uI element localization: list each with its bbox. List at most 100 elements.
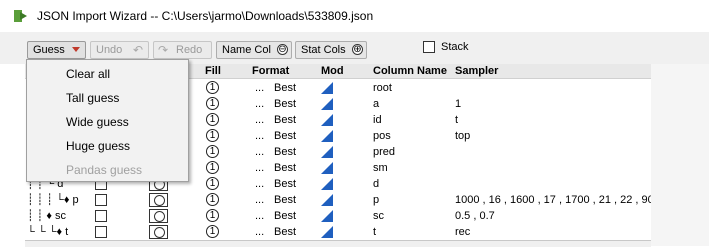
format-value: Best bbox=[274, 194, 297, 206]
header-format[interactable]: Format bbox=[252, 64, 289, 78]
sampler-cell: 1000 , 16 , 1600 , 17 , 1700 , 21 , 22 ,… bbox=[455, 194, 660, 206]
fill-icon[interactable]: 1 bbox=[206, 97, 219, 110]
header-fill[interactable]: Fill bbox=[205, 64, 221, 78]
name-col-button[interactable]: Name Col ⊖ bbox=[216, 41, 292, 59]
column-name-cell[interactable]: id bbox=[373, 113, 382, 127]
app-icon bbox=[14, 10, 27, 22]
format-dots-button[interactable]: ... bbox=[255, 193, 264, 207]
tree-node[interactable]: └ └ └♦ t bbox=[27, 225, 68, 239]
modeling-type-icon[interactable] bbox=[321, 82, 333, 94]
format-value: Best bbox=[274, 98, 297, 110]
dropdown-arrow-icon bbox=[72, 47, 80, 52]
name-col-button-label: Name Col bbox=[222, 44, 271, 56]
format-value: Best bbox=[274, 210, 297, 222]
stat-cols-button-label: Stat Cols bbox=[301, 44, 346, 56]
column-name-cell[interactable]: d bbox=[373, 177, 379, 191]
format-value: Best bbox=[274, 114, 297, 126]
fill-icon[interactable]: 1 bbox=[206, 113, 219, 126]
minus-circle-icon: ⊖ bbox=[277, 44, 288, 55]
modeling-type-icon[interactable] bbox=[321, 226, 333, 238]
title-bar: JSON Import Wizard -- C:\Users\jarmo\Dow… bbox=[0, 0, 709, 32]
format-dots-button[interactable]: ... bbox=[255, 177, 264, 191]
format-value: Best bbox=[274, 130, 297, 142]
row-checkbox[interactable] bbox=[95, 226, 107, 238]
fill-icon[interactable]: 1 bbox=[206, 81, 219, 94]
modeling-type-icon[interactable] bbox=[321, 98, 333, 110]
format-value: Best bbox=[274, 146, 297, 158]
plus-circle-icon: ⊕ bbox=[352, 44, 363, 55]
modeling-type-icon[interactable] bbox=[321, 146, 333, 158]
format-dots-button[interactable]: ... bbox=[255, 113, 264, 127]
guess-button-label: Guess bbox=[33, 44, 65, 56]
fill-icon[interactable]: 1 bbox=[206, 129, 219, 142]
table-row[interactable]: ┊ ┊ ┊ └♦ p 1... Best p 1000 , 16 , 1600 , 17… bbox=[25, 192, 660, 208]
format-value: Best bbox=[274, 162, 297, 174]
column-name-cell[interactable]: a bbox=[373, 97, 379, 111]
redo-button[interactable]: ↷ Redo bbox=[153, 41, 212, 59]
stack-checkbox[interactable] bbox=[423, 41, 435, 53]
format-dots-button[interactable]: ... bbox=[255, 81, 264, 95]
header-sampler[interactable]: Sampler bbox=[455, 64, 498, 78]
format-dots-button[interactable]: ... bbox=[255, 97, 264, 111]
menu-item-clear-all[interactable]: Clear all bbox=[66, 66, 110, 82]
format-dots-button[interactable]: ... bbox=[255, 129, 264, 143]
modeling-type-icon[interactable] bbox=[321, 130, 333, 142]
header-column-name[interactable]: Column Name bbox=[373, 64, 447, 78]
window-title: JSON Import Wizard -- C:\Users\jarmo\Dow… bbox=[37, 9, 374, 23]
undo-button-label: Undo bbox=[96, 44, 123, 56]
format-value: Best bbox=[274, 82, 297, 94]
fill-icon[interactable]: 1 bbox=[206, 161, 219, 174]
guess-button[interactable]: Guess bbox=[27, 41, 86, 59]
undo-icon: ↶ bbox=[132, 43, 143, 57]
sampler-cell: top bbox=[455, 130, 471, 142]
redo-icon: ↷ bbox=[158, 43, 169, 57]
sampler-cell: 0.5 , 0.7 bbox=[455, 210, 495, 222]
format-dots-button[interactable]: ... bbox=[255, 161, 264, 175]
undo-button[interactable]: Undo ↶ bbox=[90, 41, 149, 59]
fill-icon[interactable]: 1 bbox=[206, 145, 219, 158]
menu-item-huge-guess[interactable]: Huge guess bbox=[66, 138, 130, 154]
column-name-cell[interactable]: root bbox=[373, 81, 392, 95]
table-row[interactable]: └ └ └♦ t 1... Best t rec bbox=[25, 224, 651, 240]
right-panel bbox=[651, 64, 709, 246]
settings-icon[interactable] bbox=[149, 193, 168, 207]
redo-button-label: Redo bbox=[176, 44, 203, 56]
modeling-type-icon[interactable] bbox=[321, 178, 333, 190]
settings-icon[interactable] bbox=[149, 209, 168, 223]
column-name-cell[interactable]: t bbox=[373, 225, 376, 239]
table-row[interactable]: ┊ ┊ ♦ sc 1... Best sc 0.5 , 0.7 bbox=[25, 208, 651, 224]
column-name-cell[interactable]: pos bbox=[373, 129, 391, 143]
modeling-type-icon[interactable] bbox=[321, 194, 333, 206]
sampler-cell: t bbox=[455, 114, 459, 126]
column-name-cell[interactable]: p bbox=[373, 193, 379, 207]
settings-icon[interactable] bbox=[149, 225, 168, 239]
format-dots-button[interactable]: ... bbox=[255, 145, 264, 159]
format-dots-button[interactable]: ... bbox=[255, 225, 264, 239]
menu-item-wide-guess[interactable]: Wide guess bbox=[66, 114, 129, 130]
stat-cols-button[interactable]: Stat Cols ⊕ bbox=[295, 41, 367, 59]
column-name-cell[interactable]: sc bbox=[373, 209, 384, 223]
sampler-cell: 1 bbox=[455, 98, 462, 110]
modeling-type-icon[interactable] bbox=[321, 210, 333, 222]
sampler-cell: rec bbox=[455, 226, 471, 238]
header-mod[interactable]: Mod bbox=[321, 64, 344, 78]
menu-item-pandas-guess: Pandas guess bbox=[66, 163, 143, 177]
row-checkbox[interactable] bbox=[95, 194, 107, 206]
tree-node[interactable]: ┊ ┊ ♦ sc bbox=[27, 209, 66, 223]
format-value: Best bbox=[274, 178, 297, 190]
guess-dropdown-menu: Clear all Tall guess Wide guess Huge gue… bbox=[26, 59, 189, 182]
fill-icon[interactable]: 1 bbox=[206, 225, 219, 238]
stack-label: Stack bbox=[441, 41, 469, 53]
modeling-type-icon[interactable] bbox=[321, 114, 333, 126]
format-dots-button[interactable]: ... bbox=[255, 209, 264, 223]
fill-icon[interactable]: 1 bbox=[206, 177, 219, 190]
fill-icon[interactable]: 1 bbox=[206, 193, 219, 206]
modeling-type-icon[interactable] bbox=[321, 162, 333, 174]
menu-item-tall-guess[interactable]: Tall guess bbox=[66, 90, 119, 106]
fill-icon[interactable]: 1 bbox=[206, 209, 219, 222]
column-name-cell[interactable]: pred bbox=[373, 145, 395, 159]
row-checkbox[interactable] bbox=[95, 210, 107, 222]
format-value: Best bbox=[274, 226, 297, 238]
tree-node[interactable]: ┊ ┊ ┊ └♦ p bbox=[27, 193, 79, 207]
column-name-cell[interactable]: sm bbox=[373, 161, 388, 175]
